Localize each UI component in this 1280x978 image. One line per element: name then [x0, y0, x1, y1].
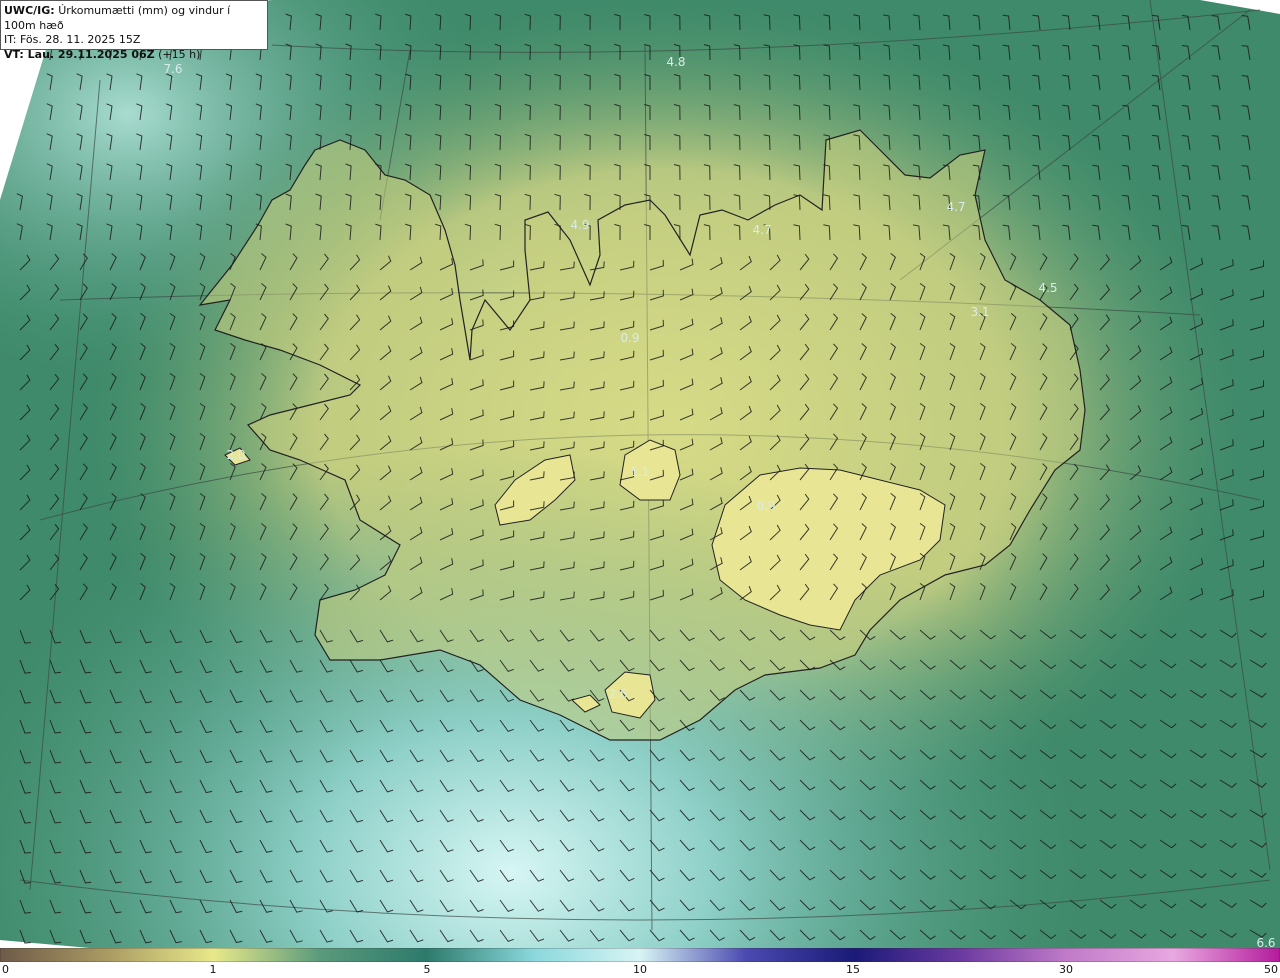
map-value-label: 0.9 — [756, 499, 776, 513]
model-name: UWC/IG: — [4, 4, 55, 17]
map-value-label: 4.7 — [946, 200, 966, 214]
colorbar-tick: 50 — [1264, 963, 1278, 976]
colorbar-tick: 15 — [846, 963, 860, 976]
forecast-offset: (+15 h) — [154, 47, 201, 61]
precipitation-colorbar — [0, 948, 1280, 962]
valid-time: VT: Lau. 29.11.2025 06Z — [4, 47, 155, 61]
map-header: UWC/IG: Úrkomumætti (mm) og vindur í 100… — [0, 0, 268, 61]
colorbar-tick: 1 — [209, 963, 217, 976]
map-value-label: 4.9 — [570, 218, 590, 232]
map-value-label: 4.7 — [752, 223, 772, 237]
colorbar-tick: 10 — [633, 963, 647, 976]
map-value-label: 2.0 — [226, 448, 246, 462]
init-time: IT: Fös. 28. 11. 2025 15Z — [4, 33, 141, 46]
colorbar-tick: 30 — [1059, 963, 1073, 976]
map-value-label: 4.5 — [1038, 281, 1058, 295]
map-value-label: 2.6 — [608, 687, 628, 701]
map-value-label: 0.9 — [620, 331, 640, 345]
colorbar-tick: 0 — [2, 963, 9, 976]
colorbar-tick: 5 — [423, 963, 431, 976]
map-value-label: 3.1 — [970, 305, 990, 319]
map-value-label: 7.6 — [163, 62, 183, 76]
map-value-label: 1.1 — [630, 465, 650, 479]
map-value-label: 4.8 — [666, 55, 686, 69]
